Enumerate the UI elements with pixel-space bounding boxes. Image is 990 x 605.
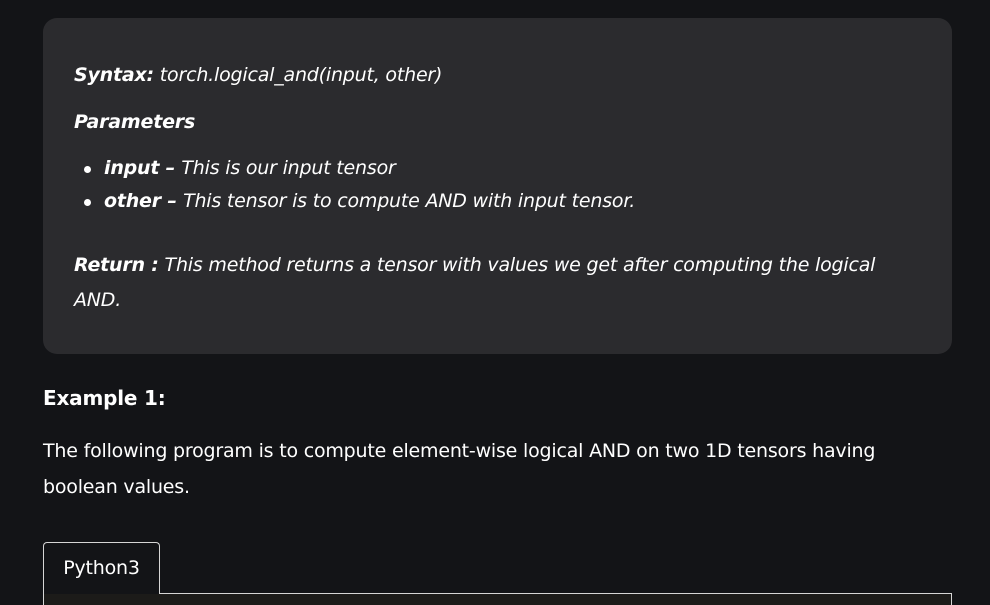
param-description: This is our input tensor	[181, 157, 396, 179]
code-tabs: Python3	[43, 542, 952, 605]
list-item: other – This tensor is to compute AND wi…	[84, 185, 922, 218]
syntax-line: Syntax: torch.logical_and(input, other)	[74, 58, 922, 93]
param-name: input	[104, 157, 160, 179]
list-item: input – This is our input tensor	[84, 152, 922, 185]
code-panel	[43, 593, 952, 605]
article-page: Syntax: torch.logical_and(input, other) …	[0, 0, 990, 605]
example-title: Example 1:	[43, 386, 166, 410]
syntax-label: Syntax:	[74, 64, 154, 86]
return-label: Return :	[74, 254, 159, 276]
param-name: other	[104, 190, 161, 212]
return-text: This method returns a tensor with values…	[74, 254, 876, 311]
parameter-list: input – This is our input tensor other –…	[74, 152, 922, 218]
example-description: The following program is to compute elem…	[43, 440, 876, 498]
syntax-info-box: Syntax: torch.logical_and(input, other) …	[43, 18, 952, 354]
param-separator: –	[160, 190, 184, 212]
return-line: Return : This method returns a tensor wi…	[74, 248, 922, 318]
syntax-signature: torch.logical_and(input, other)	[159, 64, 443, 86]
param-separator: –	[159, 157, 182, 179]
param-description: This tensor is to compute AND with input…	[183, 190, 636, 212]
tab-python3[interactable]: Python3	[43, 542, 160, 594]
parameters-heading: Parameters	[74, 111, 196, 133]
